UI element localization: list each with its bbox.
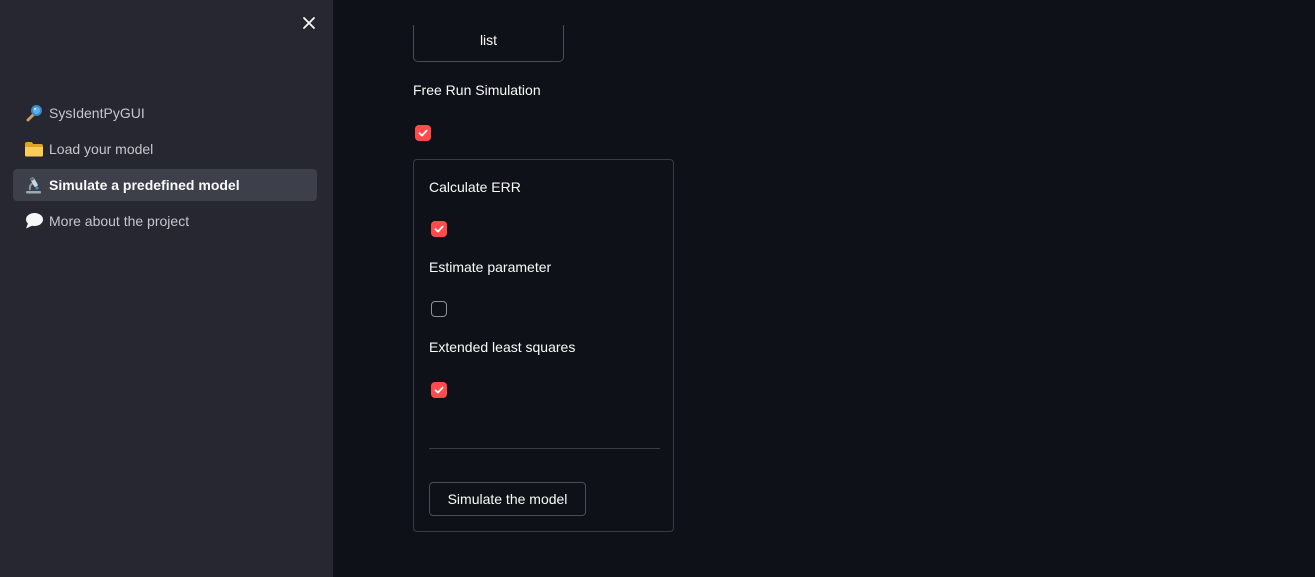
simulate-the-model-button[interactable]: Simulate the model xyxy=(429,482,586,516)
list-button[interactable]: list xyxy=(413,25,564,62)
magnifier-icon xyxy=(24,103,44,123)
sidebar-item-sysidentpygui[interactable]: SysIdentPyGUI xyxy=(13,97,317,129)
sidebar-item-simulate-a-predefined-model[interactable]: Simulate a predefined model xyxy=(13,169,317,201)
folder-icon xyxy=(24,139,44,159)
estimate-parameter-label: Estimate parameter xyxy=(429,259,552,275)
extended-least-squares-label: Extended least squares xyxy=(429,339,576,355)
sidebar: SysIdentPyGUI Load your model Simulate a… xyxy=(0,0,333,577)
sidebar-nav: SysIdentPyGUI Load your model Simulate a… xyxy=(13,97,317,241)
calculate-err-checkbox[interactable] xyxy=(431,221,447,237)
sidebar-item-label: Load your model xyxy=(49,141,154,157)
sidebar-item-label: SysIdentPyGUI xyxy=(49,105,145,121)
close-icon[interactable] xyxy=(299,13,319,33)
speech-bubble-icon xyxy=(24,211,44,231)
options-form: Calculate ERR Estimate parameter Extende… xyxy=(413,159,674,532)
estimate-parameter-checkbox[interactable] xyxy=(431,301,447,317)
sidebar-item-more-about-the-project[interactable]: More about the project xyxy=(13,205,317,237)
divider xyxy=(429,448,660,449)
sidebar-item-label: Simulate a predefined model xyxy=(49,177,240,193)
sidebar-item-load-your-model[interactable]: Load your model xyxy=(13,133,317,165)
main-content: list Free Run Simulation Calculate ERR E… xyxy=(333,0,1315,577)
extended-least-squares-checkbox[interactable] xyxy=(431,382,447,398)
microscope-icon xyxy=(24,175,44,195)
calculate-err-label: Calculate ERR xyxy=(429,179,521,195)
free-run-simulation-label: Free Run Simulation xyxy=(413,82,541,98)
sidebar-item-label: More about the project xyxy=(49,213,190,229)
checkmark-icon xyxy=(434,386,444,394)
checkmark-icon xyxy=(434,225,444,233)
free-run-simulation-checkbox[interactable] xyxy=(415,125,431,141)
checkmark-icon xyxy=(418,129,428,137)
